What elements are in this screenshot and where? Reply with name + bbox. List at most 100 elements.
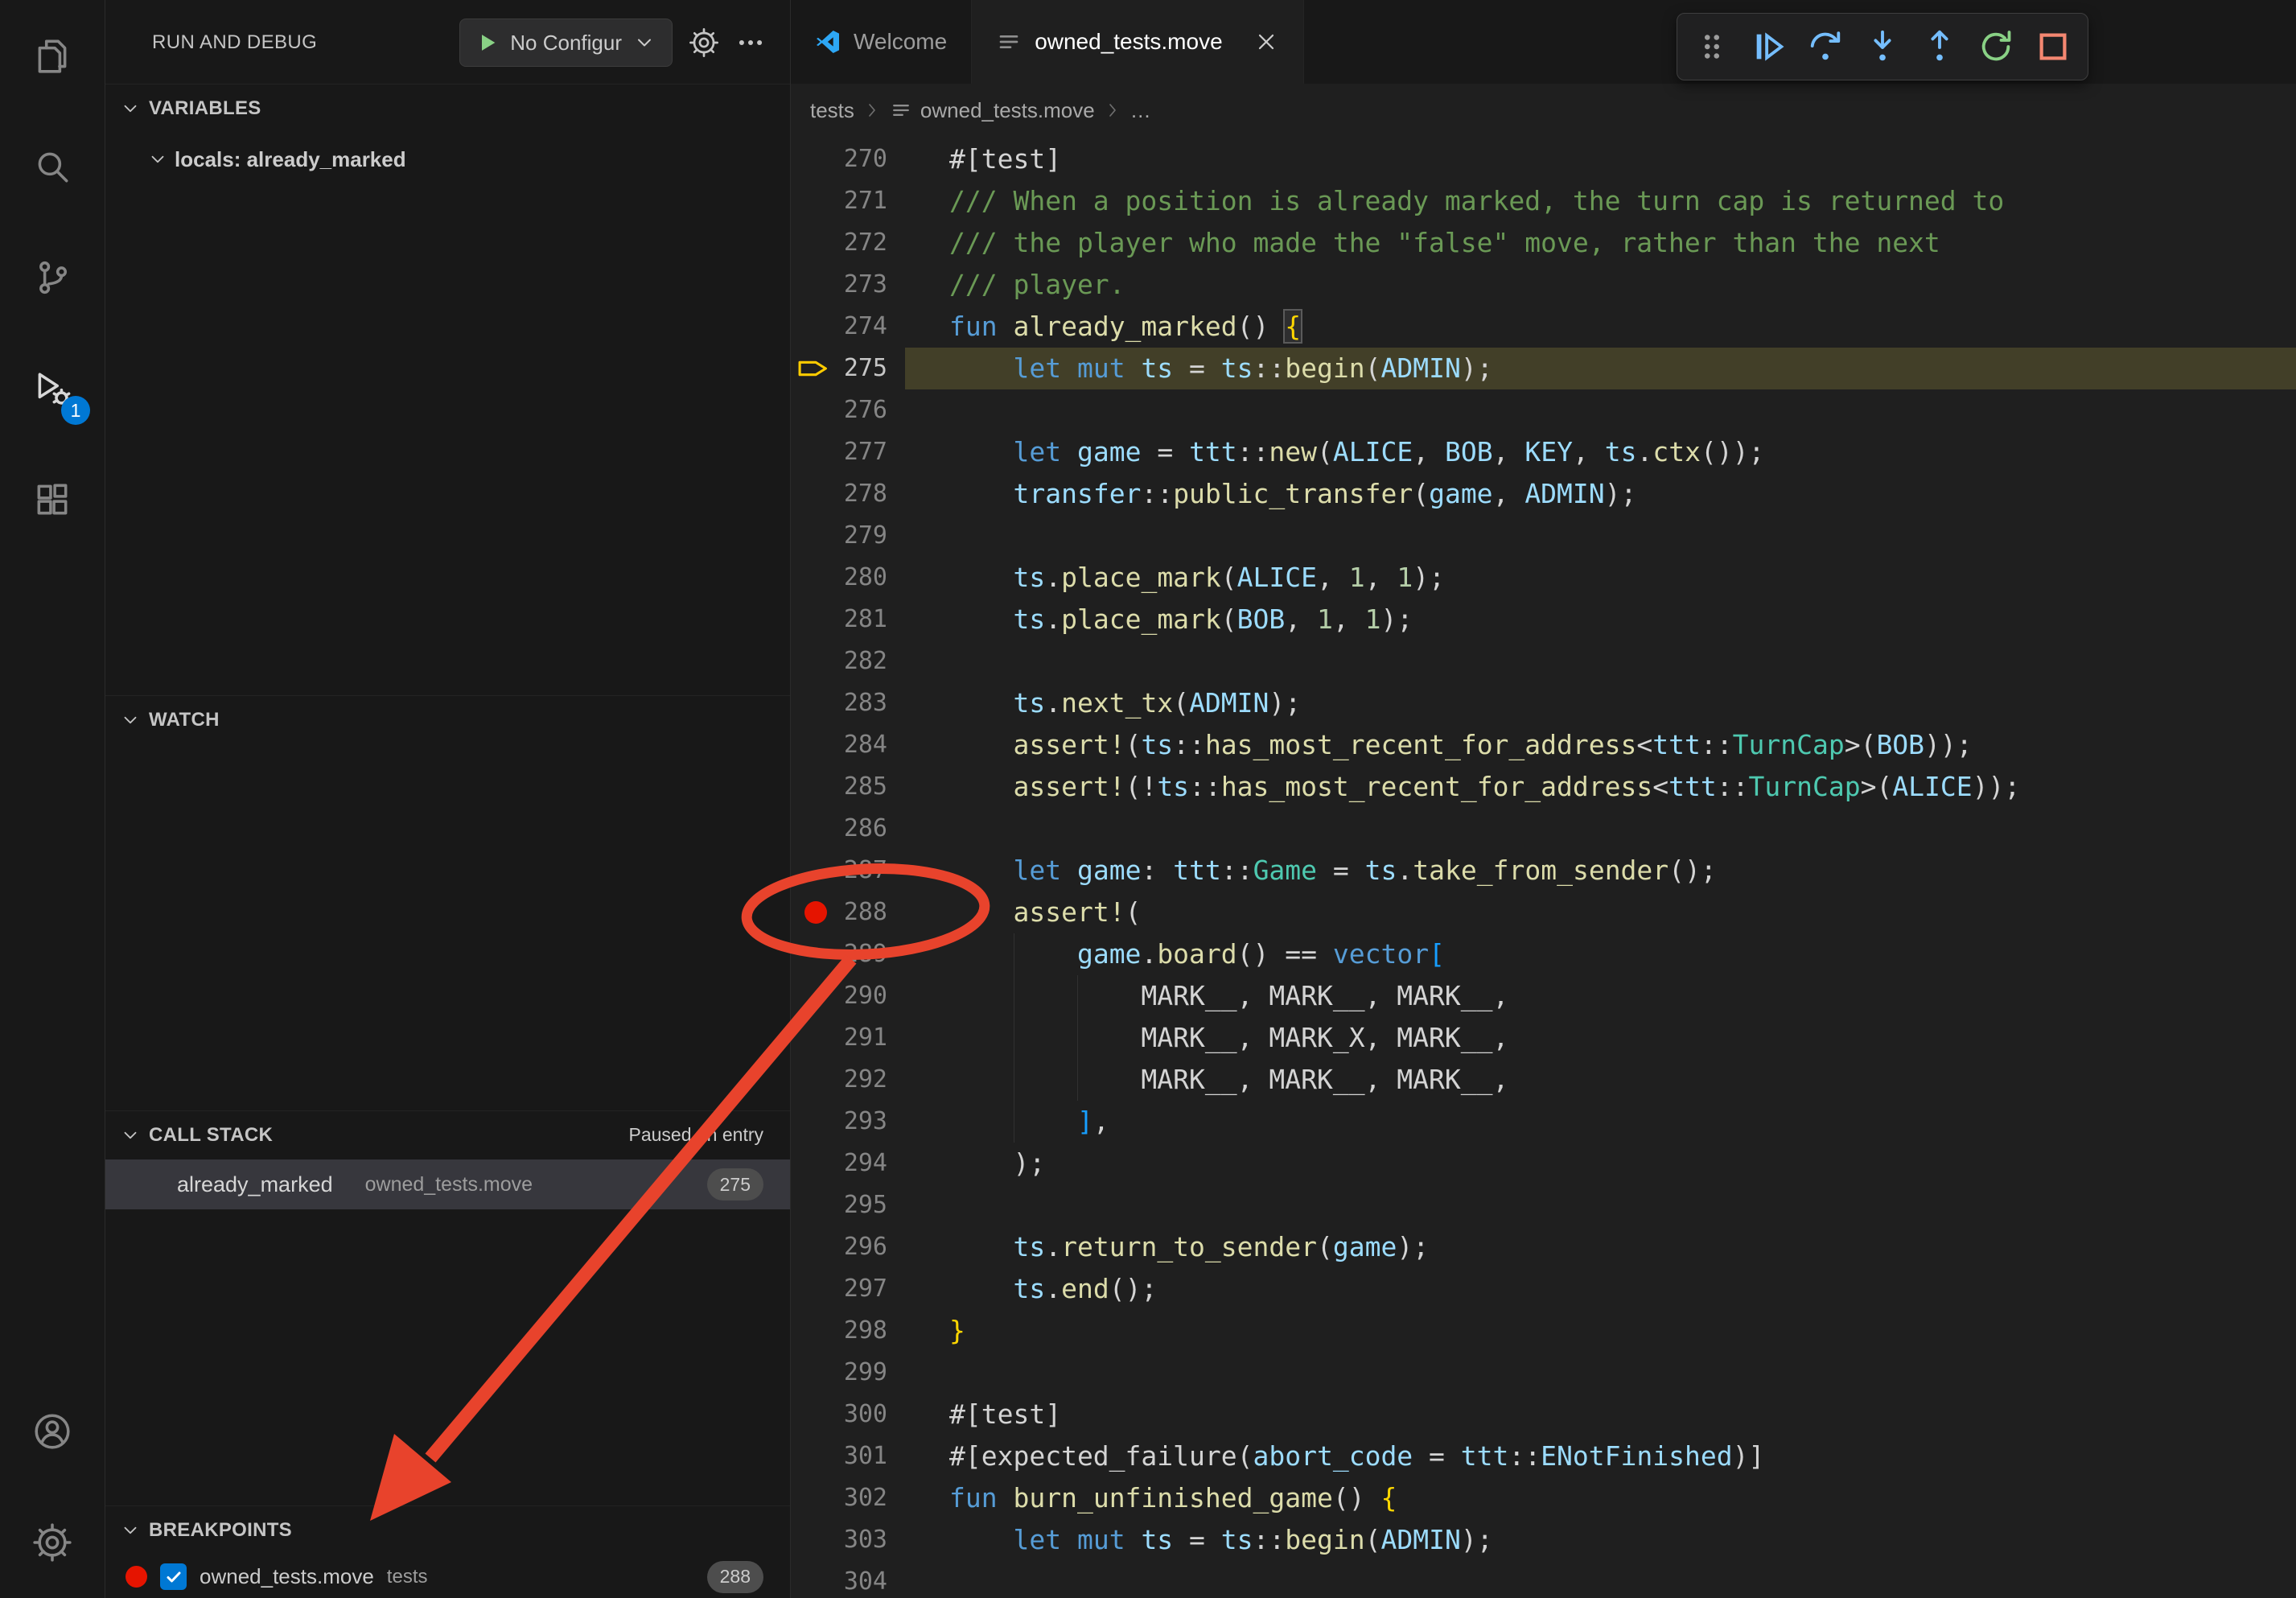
code-line[interactable]: 301#[expected_failure(abort_code = ttt::… (791, 1435, 2296, 1477)
code-line-text[interactable]: let mut ts = ts::begin(ADMIN); (949, 348, 2296, 389)
activity-bar-item-settings[interactable] (0, 1487, 105, 1598)
code-line[interactable]: 288 assert!( (791, 892, 2296, 933)
line-gutter[interactable]: 287 (791, 850, 949, 892)
code-line-text[interactable]: /// When a position is already marked, t… (949, 180, 2296, 222)
code-line-text[interactable]: ts.return_to_sender(game); (949, 1226, 2296, 1268)
activity-bar-item-search[interactable] (0, 111, 105, 222)
code-line-text[interactable]: ], (949, 1101, 2296, 1143)
code-line[interactable]: 279 (791, 515, 2296, 557)
code-line-text[interactable]: #[test] (949, 138, 2296, 180)
call-stack-section-header[interactable]: CALL STACK Paused on entry (105, 1110, 790, 1159)
line-gutter[interactable]: 291 (791, 1017, 949, 1059)
breadcrumb-item[interactable]: … (1130, 98, 1151, 123)
line-gutter[interactable]: 295 (791, 1184, 949, 1226)
line-gutter[interactable]: 271 (791, 180, 949, 222)
code-line[interactable]: 274fun already_marked() { (791, 306, 2296, 348)
code-line[interactable]: 295 (791, 1184, 2296, 1226)
watch-section-header[interactable]: WATCH (105, 695, 790, 743)
variables-section-header[interactable]: VARIABLES (105, 84, 790, 132)
code-line-text[interactable]: ts.place_mark(ALICE, 1, 1); (949, 557, 2296, 599)
line-gutter[interactable]: 275 (791, 348, 949, 389)
code-line-text[interactable]: #[test] (949, 1394, 2296, 1435)
code-line-text[interactable] (949, 389, 2296, 431)
code-line[interactable]: 275 let mut ts = ts::begin(ADMIN); (791, 348, 2296, 389)
line-gutter[interactable]: 303 (791, 1519, 949, 1561)
code-line-text[interactable]: ts.end(); (949, 1268, 2296, 1310)
line-gutter[interactable]: 286 (791, 808, 949, 850)
line-gutter[interactable]: 299 (791, 1352, 949, 1394)
code-line-text[interactable]: MARK__, MARK__, MARK__, (949, 975, 2296, 1017)
tab-welcome[interactable]: Welcome (791, 0, 972, 84)
line-gutter[interactable]: 279 (791, 515, 949, 557)
code-line-text[interactable] (949, 640, 2296, 682)
line-gutter[interactable]: 292 (791, 1059, 949, 1101)
code-line-text[interactable] (949, 1184, 2296, 1226)
code-line[interactable]: 296 ts.return_to_sender(game); (791, 1226, 2296, 1268)
code-line[interactable]: 286 (791, 808, 2296, 850)
code-line-text[interactable] (949, 1352, 2296, 1394)
line-gutter[interactable]: 283 (791, 682, 949, 724)
activity-bar-item-explorer[interactable] (0, 0, 105, 111)
line-gutter[interactable]: 278 (791, 473, 949, 515)
code-line-text[interactable]: MARK__, MARK__, MARK__, (949, 1059, 2296, 1101)
code-line[interactable]: 281 ts.place_mark(BOB, 1, 1); (791, 599, 2296, 640)
code-line[interactable]: 278 transfer::public_transfer(game, ADMI… (791, 473, 2296, 515)
breadcrumb-item[interactable]: tests (810, 98, 854, 123)
code-line-text[interactable]: let game = ttt::new(ALICE, BOB, KEY, ts.… (949, 431, 2296, 473)
code-line[interactable]: 270#[test] (791, 138, 2296, 180)
line-gutter[interactable]: 301 (791, 1435, 949, 1477)
code-line[interactable]: 287 let game: ttt::Game = ts.take_from_s… (791, 850, 2296, 892)
debug-step-into-button[interactable] (1859, 23, 1906, 70)
breadcrumb-item[interactable]: owned_tests.move (920, 98, 1095, 123)
close-icon[interactable] (1253, 29, 1279, 55)
breakpoint-dot[interactable] (804, 901, 827, 924)
code-line[interactable]: 290 MARK__, MARK__, MARK__, (791, 975, 2296, 1017)
code-line[interactable]: 294 ); (791, 1143, 2296, 1184)
code-line-text[interactable]: ts.next_tx(ADMIN); (949, 682, 2296, 724)
line-gutter[interactable]: 274 (791, 306, 949, 348)
debug-stop-button[interactable] (2030, 23, 2076, 70)
line-gutter[interactable]: 304 (791, 1561, 949, 1598)
gear-icon[interactable] (689, 27, 719, 58)
code-line[interactable]: 283 ts.next_tx(ADMIN); (791, 682, 2296, 724)
line-gutter[interactable]: 282 (791, 640, 949, 682)
line-gutter[interactable]: 302 (791, 1477, 949, 1519)
code-line[interactable]: 303 let mut ts = ts::begin(ADMIN); (791, 1519, 2296, 1561)
tab-owned-tests-move[interactable]: owned_tests.move (972, 0, 1303, 84)
activity-bar-item-run-and-debug[interactable]: 1 (0, 333, 105, 444)
code-line-text[interactable]: ); (949, 1143, 2296, 1184)
line-gutter[interactable]: 288 (791, 892, 949, 933)
code-line[interactable]: 272/// the player who made the "false" m… (791, 222, 2296, 264)
activity-bar-item-extensions[interactable] (0, 444, 105, 555)
debug-step-over-button[interactable] (1802, 23, 1849, 70)
activity-bar-item-source-control[interactable] (0, 222, 105, 333)
code-line-text[interactable]: game.board() == vector[ (949, 933, 2296, 975)
activity-bar-item-accounts[interactable] (0, 1376, 105, 1487)
code-line-text[interactable] (949, 1561, 2296, 1598)
line-gutter[interactable]: 276 (791, 389, 949, 431)
line-gutter[interactable]: 290 (791, 975, 949, 1017)
variables-scope-row[interactable]: locals: already_marked (105, 137, 790, 182)
code-line[interactable]: 277 let game = ttt::new(ALICE, BOB, KEY,… (791, 431, 2296, 473)
debug-toolbar[interactable] (1677, 13, 2088, 80)
code-line-text[interactable]: fun already_marked() { (949, 306, 2296, 348)
code-line-text[interactable]: assert!(!ts::has_most_recent_for_address… (949, 766, 2296, 808)
code-line[interactable]: 276 (791, 389, 2296, 431)
debug-toolbar-gripper-button[interactable] (1689, 23, 1735, 70)
code-line-text[interactable]: #[expected_failure(abort_code = ttt::ENo… (949, 1435, 2296, 1477)
code-line-text[interactable]: transfer::public_transfer(game, ADMIN); (949, 473, 2296, 515)
line-gutter[interactable]: 270 (791, 138, 949, 180)
breakpoint-list-item[interactable]: owned_tests.move tests 288 (105, 1555, 790, 1598)
code-line-text[interactable]: fun burn_unfinished_game() { (949, 1477, 2296, 1519)
debug-step-out-button[interactable] (1916, 23, 1963, 70)
more-actions-icon[interactable] (735, 27, 766, 58)
debug-restart-button[interactable] (1973, 23, 2019, 70)
code-line-text[interactable] (949, 515, 2296, 557)
code-line-text[interactable]: /// the player who made the "false" move… (949, 222, 2296, 264)
code-line[interactable]: 289 game.board() == vector[ (791, 933, 2296, 975)
code-line[interactable]: 300#[test] (791, 1394, 2296, 1435)
line-gutter[interactable]: 285 (791, 766, 949, 808)
code-area[interactable]: 270#[test]271/// When a position is alre… (791, 137, 2296, 1598)
code-line[interactable]: 285 assert!(!ts::has_most_recent_for_add… (791, 766, 2296, 808)
breakpoint-checkbox[interactable] (160, 1563, 187, 1590)
